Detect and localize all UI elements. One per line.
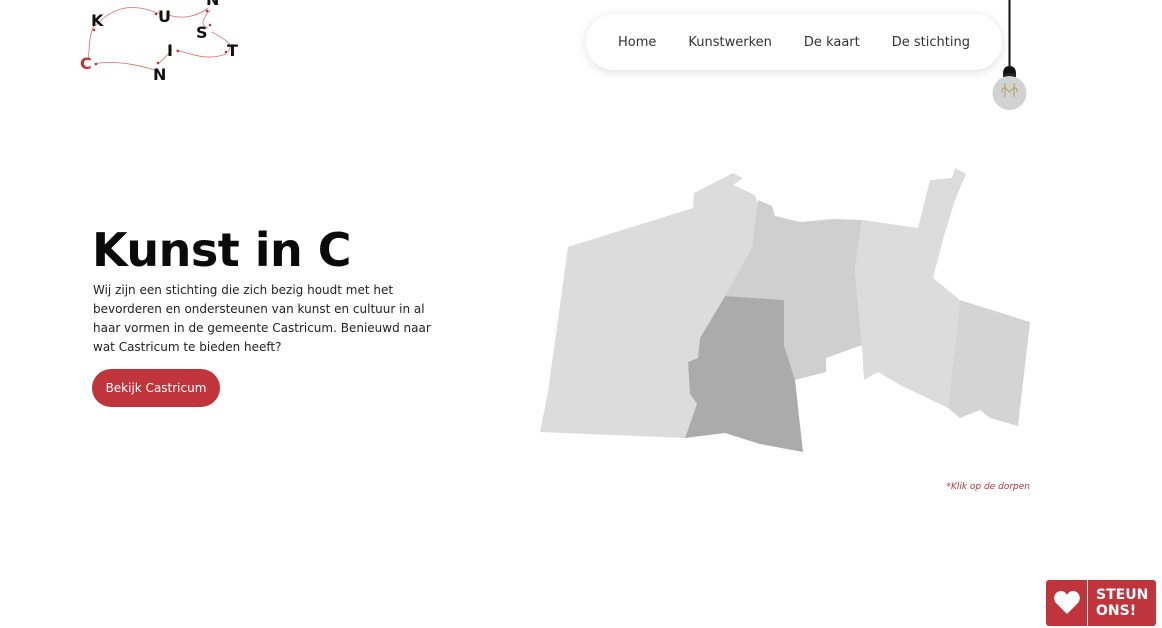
logo-letter-s: S (196, 23, 208, 42)
map-region-far-east[interactable] (948, 300, 1030, 426)
main-navigation: Home Kunstwerken De kaart De stichting (586, 14, 1002, 70)
logo-letter-k: K (91, 11, 104, 30)
nav-item-kunstwerken[interactable]: Kunstwerken (688, 35, 772, 50)
bekijk-castricum-button[interactable]: Bekijk Castricum (92, 369, 220, 407)
hero-description: Wij zijn een stichting die zich bezig ho… (93, 283, 431, 354)
logo-letter-u: U (158, 7, 171, 26)
hero-title: Kunst in C (92, 223, 352, 277)
logo-letter-t: T (227, 41, 238, 60)
heart-icon (1046, 580, 1088, 626)
map-hint-text: *Klik op de dorpen (946, 482, 1030, 492)
hanging-lamp (990, 0, 1030, 115)
logo-letter-c: C (80, 54, 92, 73)
nav-item-de-kaart[interactable]: De kaart (804, 35, 860, 50)
logo-letter-i: I (167, 41, 173, 60)
lightbulb-icon (992, 0, 1027, 110)
logo-letter-n-top: N (206, 0, 219, 8)
logo-letter-n-bottom: N (153, 65, 167, 84)
map-region-east[interactable] (855, 168, 966, 408)
steun-ons-label: STEUN ONS! (1096, 587, 1149, 619)
nav-item-de-stichting[interactable]: De stichting (892, 35, 970, 50)
steun-ons-button[interactable]: STEUN ONS! (1046, 580, 1156, 626)
site-logo[interactable]: K U N S I T C N (76, 0, 256, 92)
nav-item-home[interactable]: Home (618, 35, 656, 50)
municipality-map (540, 168, 1030, 452)
